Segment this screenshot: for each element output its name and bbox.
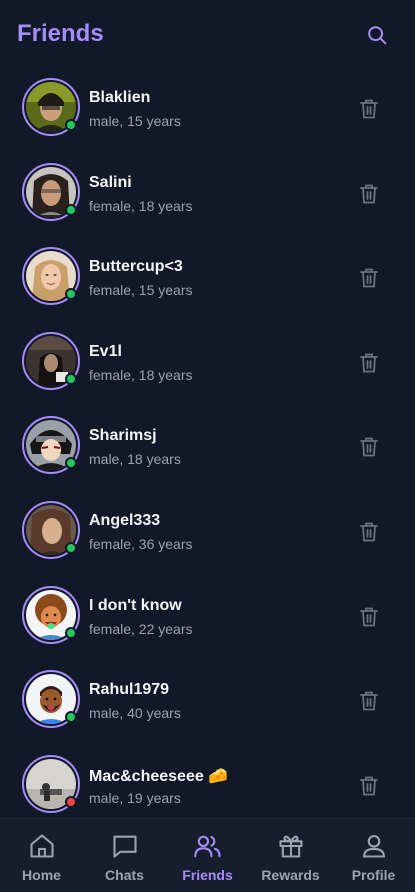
delete-friend-button[interactable] [356, 265, 382, 291]
delete-friend-button[interactable] [356, 773, 382, 799]
profile-icon [362, 835, 385, 858]
list-item[interactable]: Rahul1979 male, 40 years [0, 664, 415, 749]
friend-name: Rahul1979 [89, 681, 170, 699]
list-item[interactable]: I don't know female, 22 years [0, 580, 415, 665]
friend-details: female, 15 years [89, 282, 193, 299]
list-item[interactable]: Ev1l female, 18 years [0, 326, 415, 411]
delete-friend-button[interactable] [356, 604, 382, 630]
nav-rewards-label: Rewards [261, 867, 320, 883]
friend-details: female, 18 years [89, 366, 193, 383]
friend-details: male, 19 years [89, 789, 181, 806]
trash-icon [360, 607, 378, 626]
friend-details: female, 22 years [89, 620, 193, 637]
avatar[interactable] [22, 331, 80, 390]
delete-friend-button[interactable] [356, 350, 382, 376]
trash-icon [360, 353, 378, 373]
delete-friend-button[interactable] [356, 688, 382, 714]
online-status-dot [65, 372, 77, 385]
nav-profile[interactable]: Profile [332, 819, 415, 892]
online-status-dot [65, 457, 77, 470]
avatar[interactable] [22, 500, 80, 559]
nav-home-label: Home [22, 867, 61, 883]
trash-icon [360, 522, 378, 542]
list-item[interactable]: Buttercup<3 female, 15 years [0, 241, 415, 326]
search-button[interactable] [362, 20, 392, 50]
friend-name: I don't know [89, 596, 182, 614]
nav-friends[interactable]: Friends [166, 819, 249, 892]
list-item[interactable]: Blaklien male, 15 years [0, 72, 415, 157]
friend-name: Mac&cheeseee 🧀 [89, 767, 229, 785]
home-icon [29, 834, 54, 858]
page-title: Friends [17, 20, 104, 47]
nav-home[interactable]: Home [0, 819, 83, 892]
delete-friend-button[interactable] [356, 181, 382, 207]
friend-name: Buttercup<3 [89, 258, 183, 276]
friend-details: male, 18 years [89, 451, 181, 468]
avatar[interactable] [22, 416, 80, 475]
online-status-dot [65, 203, 77, 216]
nav-profile-label: Profile [351, 867, 396, 883]
online-status-dot [65, 711, 77, 724]
nav-chats[interactable]: Chats [83, 819, 166, 892]
delete-friend-button[interactable] [356, 96, 382, 122]
online-status-dot [65, 626, 77, 639]
avatar[interactable] [22, 247, 80, 306]
list-item[interactable]: Sharimsj male, 18 years [0, 410, 415, 495]
nav-chats-label: Chats [105, 867, 144, 883]
friends-list: Blaklien male, 15 years Salini female, 1… [0, 72, 415, 833]
avatar[interactable] [22, 78, 80, 136]
chat-icon [112, 835, 137, 858]
search-icon [368, 26, 387, 45]
nav-rewards[interactable]: Rewards [249, 819, 332, 892]
friend-name: Ev1l [89, 342, 122, 360]
trash-icon [360, 776, 378, 796]
nav-friends-label: Friends [182, 867, 233, 883]
avatar[interactable] [22, 754, 80, 813]
avatar[interactable] [22, 162, 80, 221]
trash-icon [360, 691, 378, 711]
list-item[interactable]: Angel333 female, 36 years [0, 495, 415, 580]
friend-name: Angel333 [89, 511, 161, 529]
avatar[interactable] [22, 585, 80, 644]
friend-name: Blaklien [89, 89, 151, 106]
gift-icon [278, 835, 303, 858]
online-status-dot [65, 119, 77, 131]
trash-icon [360, 99, 378, 119]
friends-icon [193, 835, 221, 858]
friend-details: male, 40 years [89, 705, 181, 722]
online-status-dot [65, 288, 77, 301]
avatar[interactable] [22, 670, 80, 729]
trash-icon [360, 184, 378, 203]
bottom-navigation: Home Chats Friends Rewards Profile [0, 818, 415, 892]
header: Friends [0, 0, 415, 72]
online-status-dot [65, 541, 77, 554]
trash-icon [360, 268, 378, 288]
friend-details: female, 18 years [89, 197, 193, 214]
list-item[interactable]: Salini female, 18 years [0, 157, 415, 242]
friend-details: female, 36 years [89, 535, 193, 552]
delete-friend-button[interactable] [356, 519, 382, 545]
friend-name: Salini [89, 173, 132, 191]
trash-icon [360, 437, 378, 457]
friend-details: male, 15 years [89, 113, 181, 129]
delete-friend-button[interactable] [356, 434, 382, 460]
offline-status-dot [65, 795, 77, 808]
friend-name: Sharimsj [89, 427, 157, 445]
